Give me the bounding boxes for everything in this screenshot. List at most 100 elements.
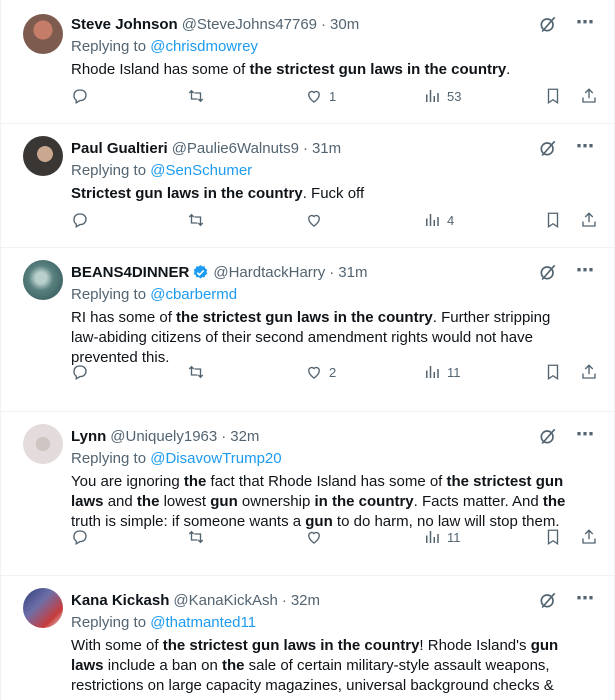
- bookmark-button[interactable]: [544, 363, 562, 381]
- share-button[interactable]: [580, 363, 598, 381]
- share-button[interactable]: [580, 211, 598, 229]
- reply-feed: Steve Johnson @SteveJohns47769 · 30m ⋯ R…: [0, 0, 615, 700]
- user-handle[interactable]: @KanaKickAsh: [173, 592, 277, 609]
- text-segment: RI has some of: [71, 309, 177, 326]
- mention-link[interactable]: @DisavowTrump20: [150, 450, 281, 467]
- like-button[interactable]: [305, 528, 329, 546]
- timestamp[interactable]: 32m: [291, 592, 320, 609]
- replying-to: Replying to @cbarbermd: [71, 284, 598, 306]
- display-name[interactable]: Steve Johnson: [71, 16, 178, 33]
- user-handle[interactable]: @Paulie6Walnuts9: [172, 140, 299, 157]
- avatar[interactable]: [23, 260, 63, 300]
- views-button[interactable]: 11: [423, 363, 461, 381]
- display-name[interactable]: Paul Gualtieri: [71, 140, 168, 157]
- tweet[interactable]: Kana Kickash @KanaKickAsh · 32m ⋯ Replyi…: [1, 576, 614, 700]
- timestamp[interactable]: 31m: [312, 140, 341, 157]
- tweet-header: Paul Gualtieri @Paulie6Walnuts9 · 31m: [71, 136, 598, 160]
- reply-icon: [73, 365, 87, 380]
- mention-link[interactable]: @thatmanted11: [150, 614, 256, 631]
- avatar[interactable]: [23, 424, 63, 464]
- grok-icon[interactable]: [538, 14, 558, 34]
- more-icon[interactable]: ⋯: [576, 13, 596, 34]
- views-icon: [426, 90, 439, 102]
- mention-link[interactable]: @chrisdmowrey: [150, 38, 258, 55]
- timestamp[interactable]: 30m: [330, 16, 359, 33]
- retweet-button[interactable]: [187, 528, 211, 546]
- timestamp[interactable]: 32m: [230, 428, 259, 445]
- separator-dot: ·: [302, 139, 308, 157]
- tweet[interactable]: BEANS4DINNER @HardtackHarry · 31m ⋯ Repl…: [1, 248, 614, 412]
- text-segment: and: [103, 493, 137, 510]
- share-button[interactable]: [580, 528, 598, 546]
- reply-button[interactable]: [71, 528, 95, 546]
- more-icon[interactable]: ⋯: [576, 589, 596, 610]
- user-handle[interactable]: @SteveJohns47769: [182, 16, 317, 33]
- views-icon: [426, 214, 439, 226]
- share-button[interactable]: [580, 87, 598, 105]
- grok-icon[interactable]: [538, 262, 558, 282]
- avatar[interactable]: [23, 14, 63, 54]
- replying-to-label: Replying to: [71, 162, 151, 179]
- share-icon: [582, 529, 596, 544]
- grok-icon[interactable]: [538, 138, 558, 158]
- more-icon[interactable]: ⋯: [576, 137, 596, 158]
- mention-link[interactable]: @cbarbermd: [150, 286, 237, 303]
- retweet-button[interactable]: [187, 363, 211, 381]
- timestamp[interactable]: 31m: [338, 264, 367, 281]
- bookmark-button[interactable]: [544, 211, 562, 229]
- text-segment: . Fuck off: [302, 185, 365, 202]
- like-count: 2: [329, 364, 337, 380]
- display-name[interactable]: Lynn: [71, 428, 106, 445]
- more-icon[interactable]: ⋯: [576, 425, 596, 446]
- separator-dot: ·: [321, 15, 327, 33]
- separator-dot: ·: [329, 263, 335, 281]
- tweet[interactable]: Steve Johnson @SteveJohns47769 · 30m ⋯ R…: [1, 0, 614, 124]
- tweet[interactable]: Lynn @Uniquely1963 · 32m ⋯ Replying to @…: [1, 412, 614, 576]
- user-handle[interactable]: @Uniquely1963: [110, 428, 217, 445]
- retweet-icon: [188, 530, 204, 544]
- text-segment: Rhode Island has some of: [71, 61, 250, 78]
- retweet-icon: [188, 365, 204, 379]
- views-count: 11: [447, 364, 461, 380]
- avatar[interactable]: [23, 136, 63, 176]
- grok-icon[interactable]: [538, 590, 558, 610]
- reply-button[interactable]: [71, 87, 95, 105]
- more-icon[interactable]: ⋯: [576, 261, 596, 282]
- bookmark-button[interactable]: [544, 528, 562, 546]
- avatar[interactable]: [23, 588, 63, 628]
- retweet-button[interactable]: [187, 211, 211, 229]
- replying-to: Replying to @SenSchumer: [71, 160, 598, 182]
- text-segment-bold: the: [136, 493, 160, 510]
- replying-to: Replying to @thatmanted11: [71, 612, 598, 634]
- reply-button[interactable]: [71, 363, 95, 381]
- grok-icon[interactable]: [538, 426, 558, 446]
- reply-button[interactable]: [71, 211, 95, 229]
- like-button[interactable]: [305, 211, 329, 229]
- views-count: 11: [447, 529, 461, 545]
- bookmark-button[interactable]: [544, 87, 562, 105]
- views-button[interactable]: 53: [423, 87, 461, 105]
- text-segment-bold: the strictest gun laws in the country: [176, 309, 433, 326]
- like-button[interactable]: 1: [305, 87, 336, 105]
- tweet[interactable]: Paul Gualtieri @Paulie6Walnuts9 · 31m ⋯ …: [1, 124, 614, 248]
- views-icon: [426, 366, 439, 378]
- text-segment-bold: the strictest gun laws in the country: [162, 637, 420, 654]
- text-segment: . Facts matter. And: [413, 493, 543, 510]
- retweet-button[interactable]: [187, 87, 211, 105]
- tweet-header: Kana Kickash @KanaKickAsh · 32m: [71, 588, 598, 612]
- display-name[interactable]: BEANS4DINNER: [71, 264, 189, 281]
- user-handle[interactable]: @HardtackHarry: [213, 264, 325, 281]
- views-button[interactable]: 11: [423, 528, 461, 546]
- views-button[interactable]: 4: [423, 211, 454, 229]
- text-segment-bold: Strictest gun laws in the country: [71, 185, 303, 202]
- mention-link[interactable]: @SenSchumer: [150, 162, 252, 179]
- verified-badge-icon: [194, 264, 208, 279]
- text-segment-bold: in the country: [314, 493, 414, 510]
- display-name[interactable]: Kana Kickash: [71, 592, 169, 609]
- replying-to: Replying to @DisavowTrump20: [71, 448, 598, 470]
- bookmark-icon: [547, 212, 559, 229]
- like-button[interactable]: 2: [305, 363, 336, 381]
- share-icon: [582, 364, 596, 379]
- replying-to-label: Replying to: [71, 450, 151, 467]
- bookmark-icon: [547, 364, 559, 381]
